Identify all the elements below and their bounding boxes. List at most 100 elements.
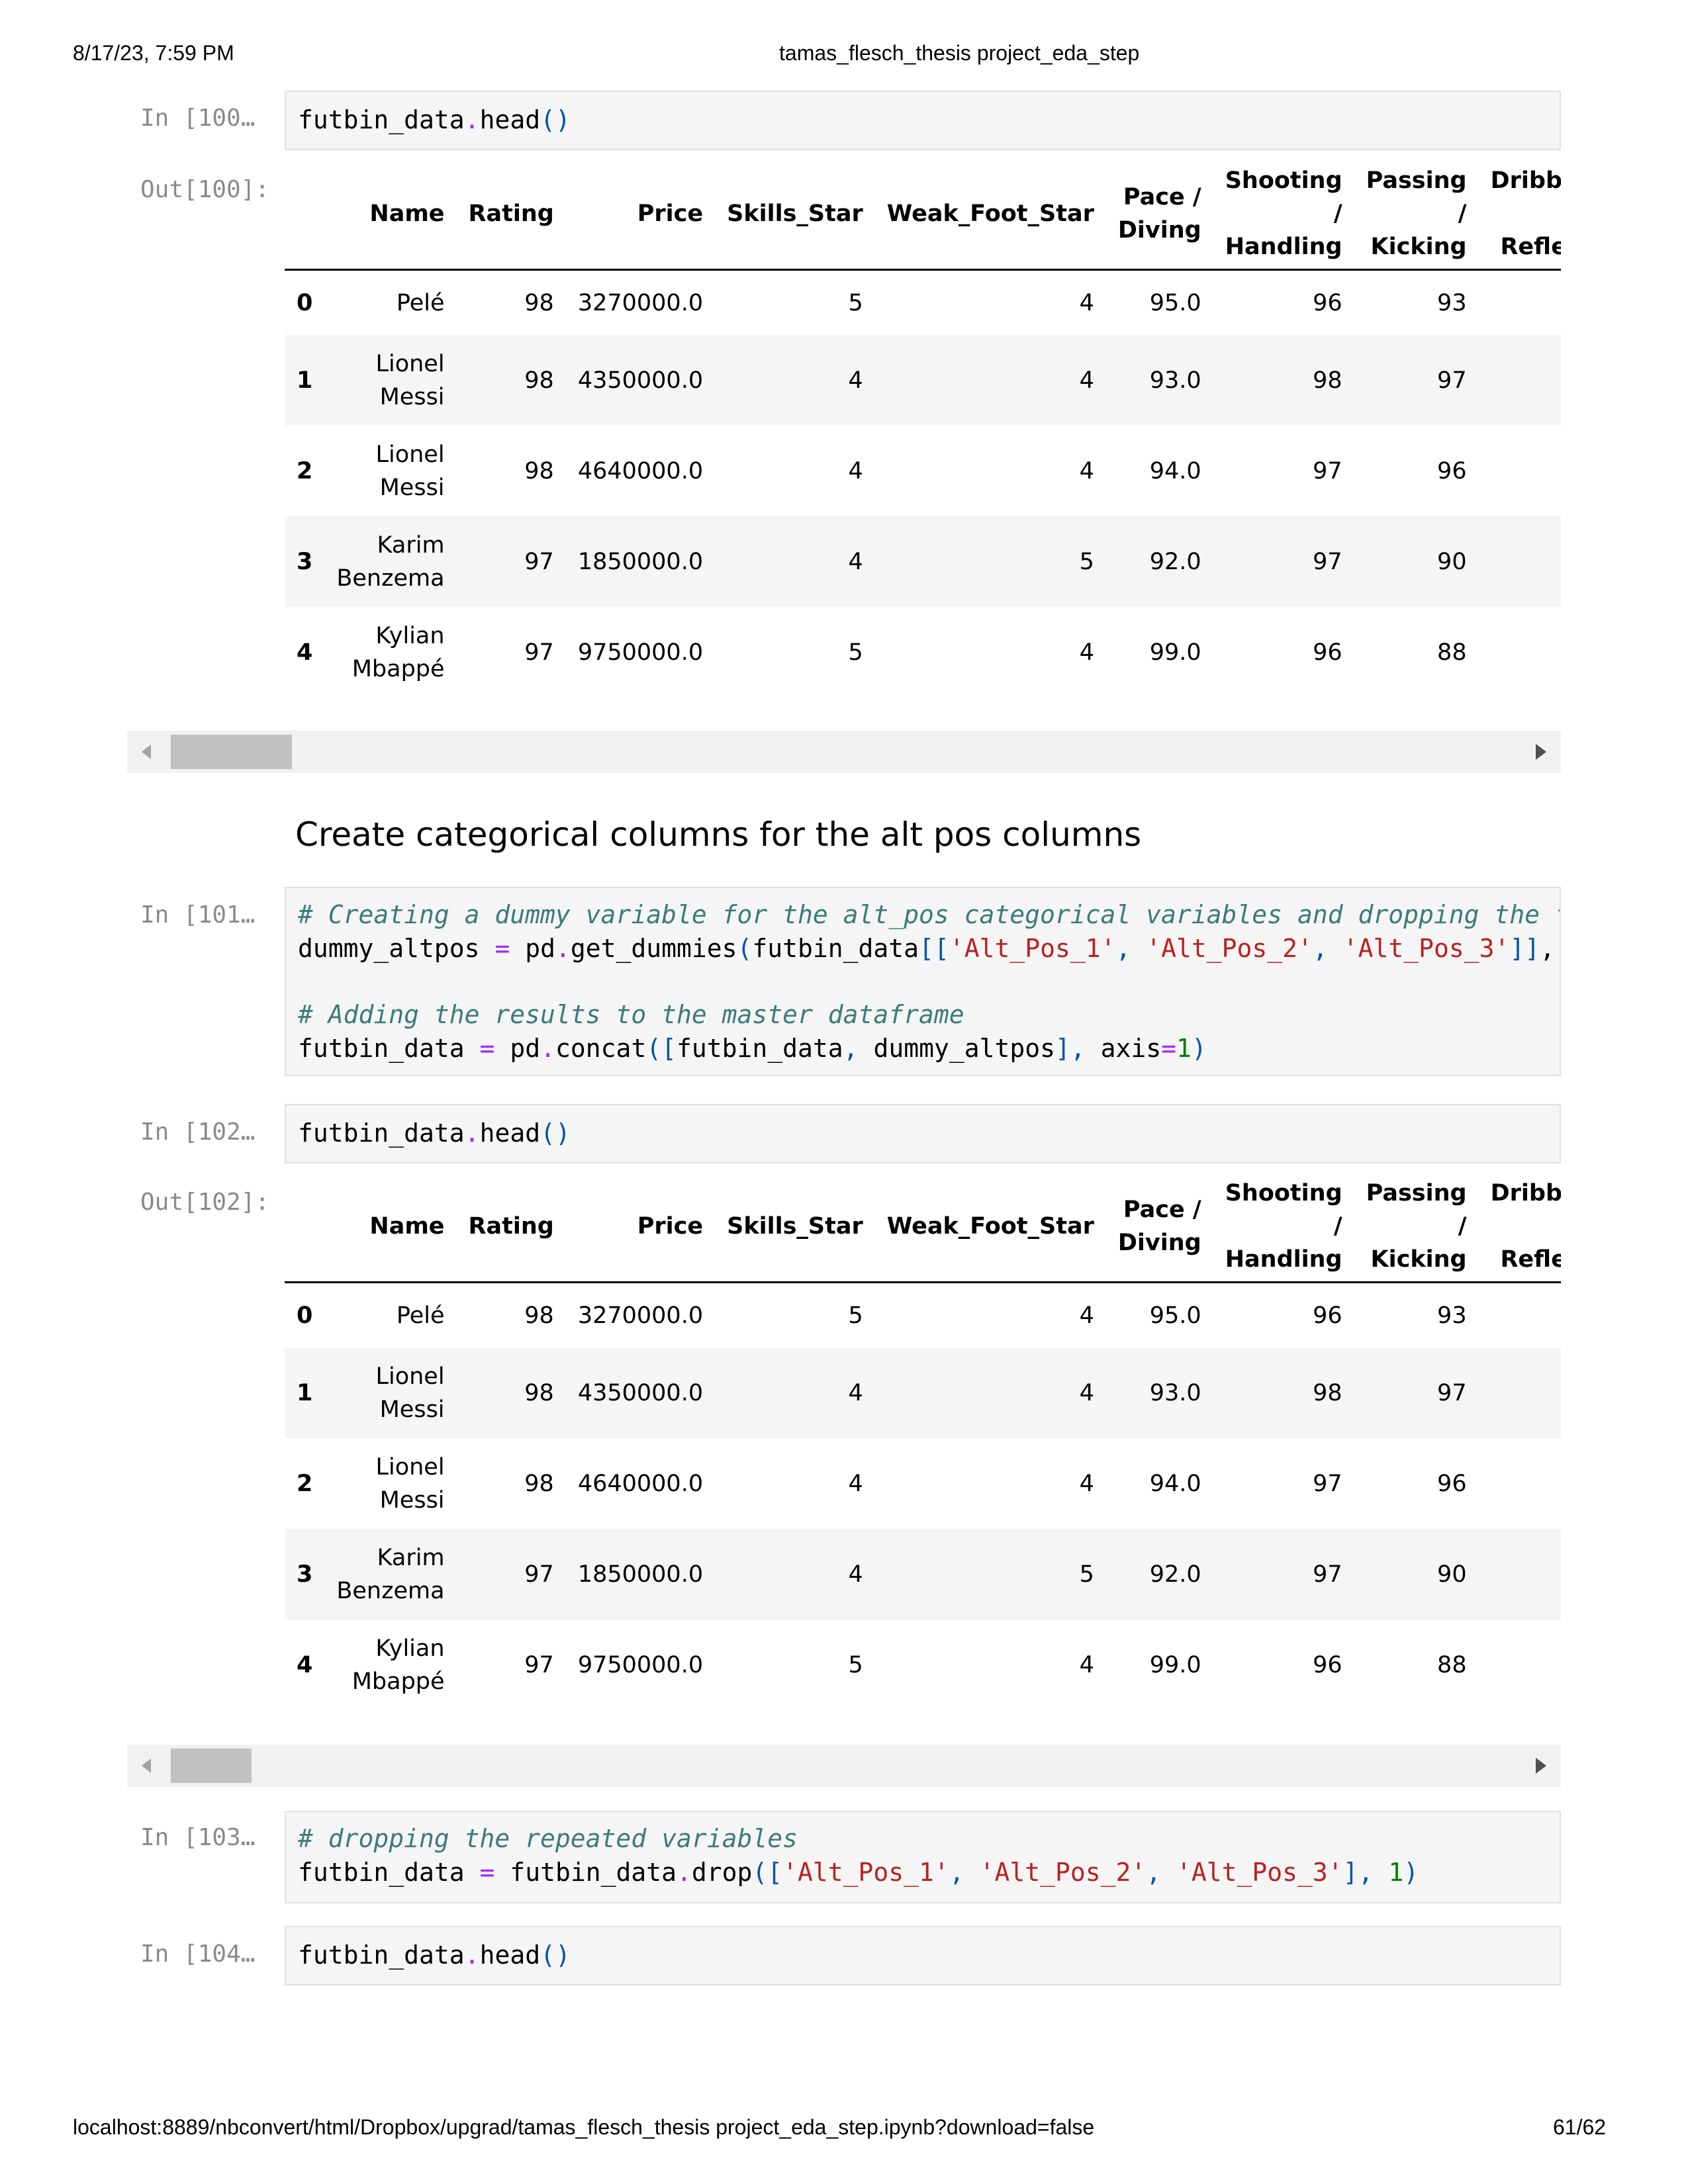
cell-skills-star: 4 — [848, 457, 863, 484]
row-index: 4 — [297, 639, 313, 666]
cell-player-name: Lionel Messi — [375, 1363, 445, 1423]
cell-passing-kicking: 88 — [1437, 1651, 1467, 1678]
cell-passing-kicking: 90 — [1437, 1561, 1467, 1588]
cell-weak-foot-star: 4 — [1079, 1302, 1094, 1329]
cell-passing-kicking: 97 — [1437, 1379, 1467, 1406]
scroll-left-arrow-icon[interactable] — [142, 745, 151, 759]
cell-skills-star: 5 — [848, 639, 863, 666]
cell-104-in-prompt: In [104… — [140, 1940, 256, 1968]
row-index: 2 — [297, 1470, 313, 1497]
row-index: 3 — [297, 1561, 313, 1588]
cell-price: 9750000.0 — [577, 639, 704, 666]
cell-100-dataframe-output: Name Rating Price Skills_Star Weak_Foot_… — [285, 159, 1561, 728]
cell-dribbling-reflexes: 99 — [1479, 1438, 1561, 1529]
cell-103-code-editor[interactable]: # dropping the repeated variables futbin… — [285, 1811, 1561, 1903]
cell-rating: 98 — [524, 1302, 554, 1329]
scroll-right-arrow-icon[interactable] — [1536, 744, 1546, 760]
cell-price: 3270000.0 — [577, 1302, 704, 1329]
table-header-row: Name Rating Price Skills_Star Weak_Foot_… — [285, 159, 1561, 271]
cell-shooting-handling: 98 — [1313, 367, 1342, 394]
column-header-weak-foot-star: Weak_Foot_Star — [874, 159, 1106, 271]
cell-101-comment-line: # Creating a dummy variable for the alt_… — [298, 900, 1561, 929]
cell-pace-diving: 99.0 — [1149, 639, 1201, 666]
cell-pace-diving: 99.0 — [1149, 1651, 1201, 1678]
cell-price: 4350000.0 — [577, 367, 704, 394]
cell-rating: 98 — [524, 367, 554, 394]
scrollbar-thumb[interactable] — [171, 735, 292, 769]
cell-shooting-handling: 97 — [1313, 457, 1342, 484]
dataframe-table: Name Rating Price Skills_Star Weak_Foot_… — [285, 1171, 1561, 1710]
cell-pace-diving: 92.0 — [1149, 1561, 1201, 1588]
cell-passing-kicking: 93 — [1437, 1302, 1467, 1329]
cell-shooting-handling: 97 — [1313, 1470, 1342, 1497]
cell-price: 3270000.0 — [577, 289, 704, 316]
cell-shooting-handling: 96 — [1313, 639, 1342, 666]
cell-dribbling-reflexes: 99 — [1479, 426, 1561, 516]
cell-skills-star: 5 — [848, 1651, 863, 1678]
cell-skills-star: 4 — [848, 548, 863, 575]
cell-dribbling-reflexes: 98 — [1479, 1619, 1561, 1710]
scroll-right-arrow-icon[interactable] — [1536, 1758, 1546, 1774]
cell-100-out-prompt: Out[100]: — [140, 176, 270, 203]
row-index: 1 — [297, 367, 313, 394]
cell-101-code-line-4: futbin_data = pd.concat([futbin_data, du… — [298, 1034, 1207, 1063]
table-row: 1 LionelMessi 98 4350000.0 4 4 93.0 98 97 99 — [285, 1347, 1561, 1438]
row-index: 1 — [297, 1379, 313, 1406]
cell-rating: 98 — [524, 289, 554, 316]
cell-rating: 98 — [524, 1470, 554, 1497]
cell-104-code-editor[interactable]: futbin_data.head() — [285, 1926, 1561, 1985]
cell-pace-diving: 95.0 — [1149, 289, 1201, 316]
cell-pace-diving: 92.0 — [1149, 548, 1201, 575]
row-index: 3 — [297, 548, 313, 575]
column-header-passing-kicking: Passing / Kicking — [1354, 1171, 1479, 1283]
column-header-name: Name — [324, 159, 457, 271]
cell-101-comment-line-2: # Adding the results to the master dataf… — [298, 1000, 964, 1029]
cell-100-code-editor[interactable]: futbin_data.head() — [285, 91, 1561, 150]
cell-101-code-editor[interactable]: # Creating a dummy variable for the alt_… — [285, 887, 1561, 1076]
table-row: 4 KylianMbappé 97 9750000.0 5 4 99.0 96 88 98 — [285, 607, 1561, 698]
cell-weak-foot-star: 5 — [1079, 1561, 1094, 1588]
cell-rating: 98 — [524, 457, 554, 484]
cell-price: 4640000.0 — [577, 1470, 704, 1497]
cell-skills-star: 4 — [848, 1379, 863, 1406]
cell-101-in-prompt: In [101… — [140, 901, 256, 929]
cell-102-code-editor[interactable]: futbin_data.head() — [285, 1104, 1561, 1163]
cell-100-horizontal-scrollbar[interactable] — [127, 731, 1561, 773]
cell-dribbling-reflexes: 94 — [1479, 516, 1561, 607]
print-url: localhost:8889/nbconvert/html/Dropbox/up… — [73, 2115, 1095, 2139]
markdown-heading: Create categorical columns for the alt p… — [295, 815, 1142, 854]
print-datetime: 8/17/23, 7:59 PM — [73, 41, 234, 65]
table-row: 0 Pelé 98 3270000.0 5 4 95.0 96 93 96 — [285, 1283, 1561, 1348]
row-index: 2 — [297, 457, 313, 484]
column-header-rating: Rating — [456, 159, 566, 271]
cell-price: 1850000.0 — [577, 548, 704, 575]
cell-player-name: Karim Benzema — [336, 531, 445, 592]
cell-101-code-line-2: dummy_altpos = pd.get_dummies(futbin_dat… — [298, 934, 1556, 963]
cell-100-code-line: futbin_data.head() — [298, 105, 571, 134]
table-row: 4 KylianMbappé 97 9750000.0 5 4 99.0 96 88 98 — [285, 1619, 1561, 1710]
cell-rating: 97 — [524, 548, 554, 575]
cell-player-name: Lionel Messi — [375, 350, 445, 410]
cell-rating: 97 — [524, 1561, 554, 1588]
column-header-dribbling-reflexes: Dribbling/Reflexes — [1478, 1171, 1561, 1283]
cell-102-horizontal-scrollbar[interactable] — [127, 1745, 1561, 1787]
cell-player-name: Pelé — [396, 289, 445, 316]
cell-passing-kicking: 90 — [1437, 548, 1467, 575]
cell-102-dataframe-output: Name Rating Price Skills_Star Weak_Foot_… — [285, 1171, 1561, 1741]
dataframe-table: Name Rating Price Skills_Star Weak_Foot_… — [285, 159, 1561, 698]
scroll-left-arrow-icon[interactable] — [142, 1758, 151, 1773]
cell-pace-diving: 95.0 — [1149, 1302, 1201, 1329]
column-header-passing-kicking: Passing / Kicking — [1354, 159, 1479, 271]
cell-102-code-line: futbin_data.head() — [298, 1118, 571, 1148]
table-row: 3 KarimBenzema 97 1850000.0 4 5 92.0 97 90 94 — [285, 516, 1561, 607]
cell-dribbling-reflexes: 98 — [1479, 607, 1561, 698]
table-header-row: Name Rating Price Skills_Star Weak_Foot_… — [285, 1171, 1561, 1283]
cell-dribbling-reflexes: 96 — [1479, 1283, 1561, 1348]
cell-shooting-handling: 96 — [1313, 289, 1342, 316]
cell-passing-kicking: 96 — [1437, 457, 1467, 484]
cell-103-code-line-2: futbin_data = futbin_data.drop(['Alt_Pos… — [298, 1858, 1419, 1887]
cell-price: 1850000.0 — [577, 1561, 704, 1588]
row-index: 0 — [297, 1302, 313, 1329]
cell-skills-star: 4 — [848, 1470, 863, 1497]
scrollbar-thumb[interactable] — [171, 1749, 252, 1783]
